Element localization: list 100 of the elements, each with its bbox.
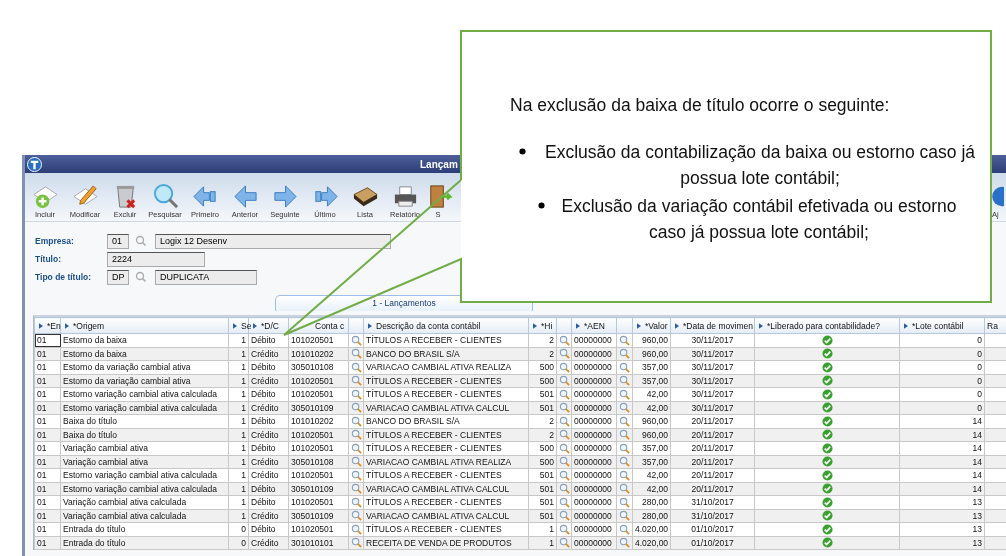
column-header[interactable]: *Data de movimen [670,317,755,334]
table-cell[interactable]: 01 [34,360,61,374]
table-cell: 0 [228,522,249,536]
search-icon[interactable] [619,361,630,373]
search-icon[interactable] [558,415,570,427]
search-icon[interactable] [558,442,570,454]
table-cell: Entrada do título [60,522,229,536]
search-icon[interactable] [558,348,570,360]
field-label: Tipo de título: [35,272,93,282]
search-icon[interactable] [558,402,570,414]
search-icon[interactable] [619,496,630,508]
expand-icon [253,322,257,329]
search-icon[interactable] [619,442,630,454]
search-icon[interactable] [350,510,362,522]
table-cell[interactable]: 01 [34,441,61,455]
table-cell[interactable]: 01 [34,468,61,482]
arrow-right-icon [271,183,299,210]
search-icon[interactable] [558,469,570,481]
search-icon[interactable] [350,415,362,427]
search-icon[interactable] [350,348,362,360]
table-cell: 500 [528,360,557,374]
table-cell: 101020501 [288,441,349,455]
column-header[interactable]: *Valor [632,317,671,334]
column-header[interactable]: *Lote contábil [899,317,985,334]
table-cell: 20/11/2017 [670,468,755,482]
search-icon[interactable] [350,334,362,346]
search-icon[interactable] [350,537,362,549]
search-icon[interactable] [619,429,630,441]
search-icon[interactable] [135,271,147,283]
search-icon[interactable] [619,388,630,400]
search-icon[interactable] [619,415,630,427]
table-cell: 1 [228,468,249,482]
search-icon[interactable] [619,375,630,387]
search-icon[interactable] [350,388,362,400]
search-icon[interactable] [558,361,570,373]
search-icon[interactable] [619,402,630,414]
table-cell: 20/11/2017 [670,441,755,455]
table-cell[interactable]: 01 [34,522,61,536]
search-icon[interactable] [350,469,362,481]
table-cell[interactable]: 01 [34,333,61,347]
column-header[interactable]: *AEN [571,317,617,334]
search-icon[interactable] [619,510,630,522]
column-header[interactable]: Ra [984,317,1006,334]
search-icon[interactable] [558,510,570,522]
search-icon[interactable] [350,429,362,441]
search-icon[interactable] [619,537,630,549]
table-cell: 960,00 [632,414,671,428]
column-label: Descrição da conta contábil [376,320,481,331]
column-header[interactable]: *En [34,317,61,334]
table-cell: Estorno da variação cambial ativa [60,360,229,374]
search-icon[interactable] [619,469,630,481]
column-header[interactable] [556,317,572,334]
search-icon[interactable] [619,523,630,535]
search-icon[interactable] [350,483,362,495]
expand-icon [65,322,69,329]
search-icon[interactable] [135,235,147,247]
search-icon[interactable] [558,456,570,468]
search-icon[interactable] [350,523,362,535]
table-cell[interactable]: 01 [34,495,61,509]
table-cell: 101020501 [288,468,349,482]
table-cell: 1 [228,360,249,374]
table-cell: 13 [899,522,985,536]
search-icon[interactable] [558,523,570,535]
column-header[interactable]: *Hi [528,317,557,334]
search-icon[interactable] [558,496,570,508]
search-icon[interactable] [619,456,630,468]
window-title: Lançam [420,158,458,170]
search-icon[interactable] [558,375,570,387]
table-cell: 1 [228,333,249,347]
table-cell: 20/11/2017 [670,414,755,428]
column-header[interactable]: Se [228,317,249,334]
table-cell[interactable]: 01 [34,414,61,428]
field-label: Empresa: [35,236,75,246]
code-field[interactable]: 01 [107,233,129,249]
search-icon[interactable] [558,429,570,441]
bullet-icon [538,202,545,209]
column-header[interactable]: *Liberado para contabilidade? [754,317,900,334]
search-icon[interactable] [619,483,630,495]
search-icon[interactable] [619,334,630,346]
expand-icon [675,322,679,329]
table-cell[interactable]: 01 [34,387,61,401]
search-icon[interactable] [558,483,570,495]
search-icon[interactable] [350,361,362,373]
table-cell: 2 [528,333,557,347]
search-icon[interactable] [350,442,362,454]
text-field[interactable]: 2224 [107,251,205,267]
search-icon[interactable] [350,375,362,387]
search-icon[interactable] [350,402,362,414]
table-cell: TÍTULOS A RECEBER - CLIENTES [363,441,529,455]
table-cell: 00000000 [571,495,617,509]
search-icon[interactable] [350,456,362,468]
column-header[interactable] [348,317,364,334]
search-icon[interactable] [558,334,570,346]
column-header[interactable]: Descrição da conta contábil [363,317,529,334]
search-icon[interactable] [619,348,630,360]
search-icon[interactable] [558,388,570,400]
search-icon[interactable] [350,496,362,508]
search-icon[interactable] [558,537,570,549]
code-field[interactable]: DP [107,269,129,285]
column-header[interactable]: *Origem [60,317,229,334]
